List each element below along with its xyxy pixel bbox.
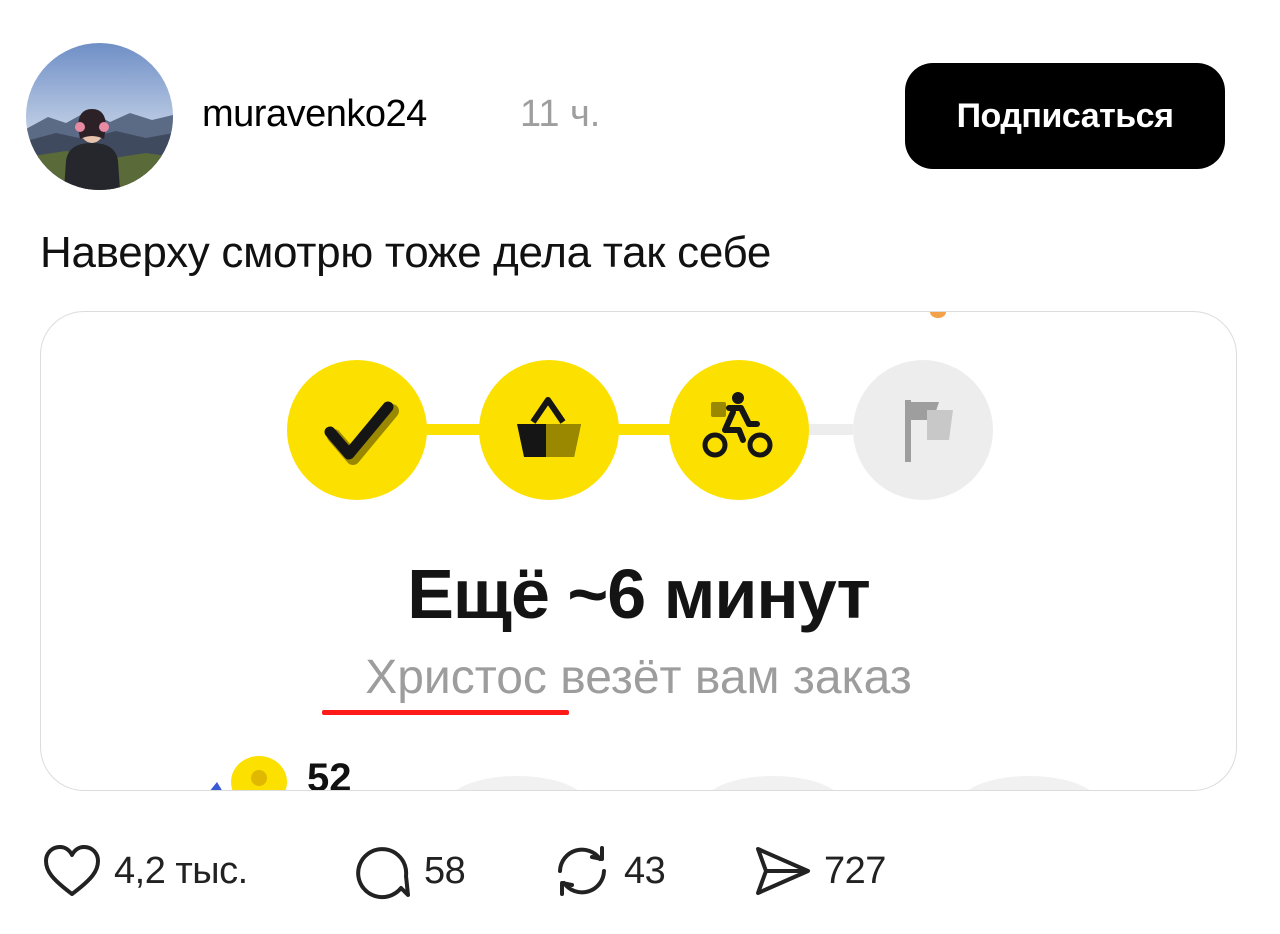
send-icon	[756, 847, 810, 895]
step-delivered	[853, 360, 993, 500]
follow-button[interactable]: Подписаться	[905, 63, 1225, 169]
bonus-coin-badge	[210, 756, 287, 790]
repost-icon	[558, 846, 606, 896]
eta-title: Ещё ~6 минут	[407, 555, 871, 633]
comment-button[interactable]: 58	[352, 836, 466, 906]
like-button[interactable]: 4,2 тыс.	[42, 836, 248, 906]
post-timestamp: 11 ч.	[520, 93, 601, 135]
step-assembled	[479, 360, 619, 500]
step-connector-2	[613, 424, 673, 435]
username[interactable]: muravenko24	[202, 93, 427, 136]
option-button-1	[456, 776, 578, 790]
likes-count: 4,2 тыс.	[114, 849, 248, 892]
reposts-count: 43	[624, 849, 666, 892]
option-button-3	[968, 776, 1090, 790]
post-actions: 4,2 тыс. 58 43 727	[0, 836, 1280, 906]
courier-name: Христос	[365, 651, 547, 704]
share-button[interactable]: 727	[752, 836, 886, 906]
avatar-photo	[26, 43, 173, 190]
step-connector-1	[424, 424, 484, 435]
comments-count: 58	[424, 849, 466, 892]
post-media[interactable]: Ещё ~6 минут Христос везёт вам заказ 52	[40, 311, 1237, 791]
delivery-progress	[210, 312, 1090, 790]
post-text: Наверху смотрю тоже дела так себе	[40, 228, 772, 277]
step-ordered	[287, 360, 427, 500]
decor-dot	[930, 312, 946, 318]
avatar[interactable]	[26, 43, 173, 190]
step-courier	[669, 360, 809, 500]
step-connector-3	[805, 424, 853, 435]
courier-status-text: везёт вам заказ	[546, 651, 912, 704]
repost-button[interactable]: 43	[552, 836, 666, 906]
shares-count: 727	[824, 849, 886, 892]
comment-bubble-icon	[356, 847, 410, 900]
courier-status: Христос везёт вам заказ	[41, 650, 1236, 705]
option-button-2	[712, 776, 834, 790]
heart-icon	[44, 845, 100, 896]
coin-count: 52	[307, 756, 352, 791]
red-underline-annotation	[322, 710, 569, 715]
